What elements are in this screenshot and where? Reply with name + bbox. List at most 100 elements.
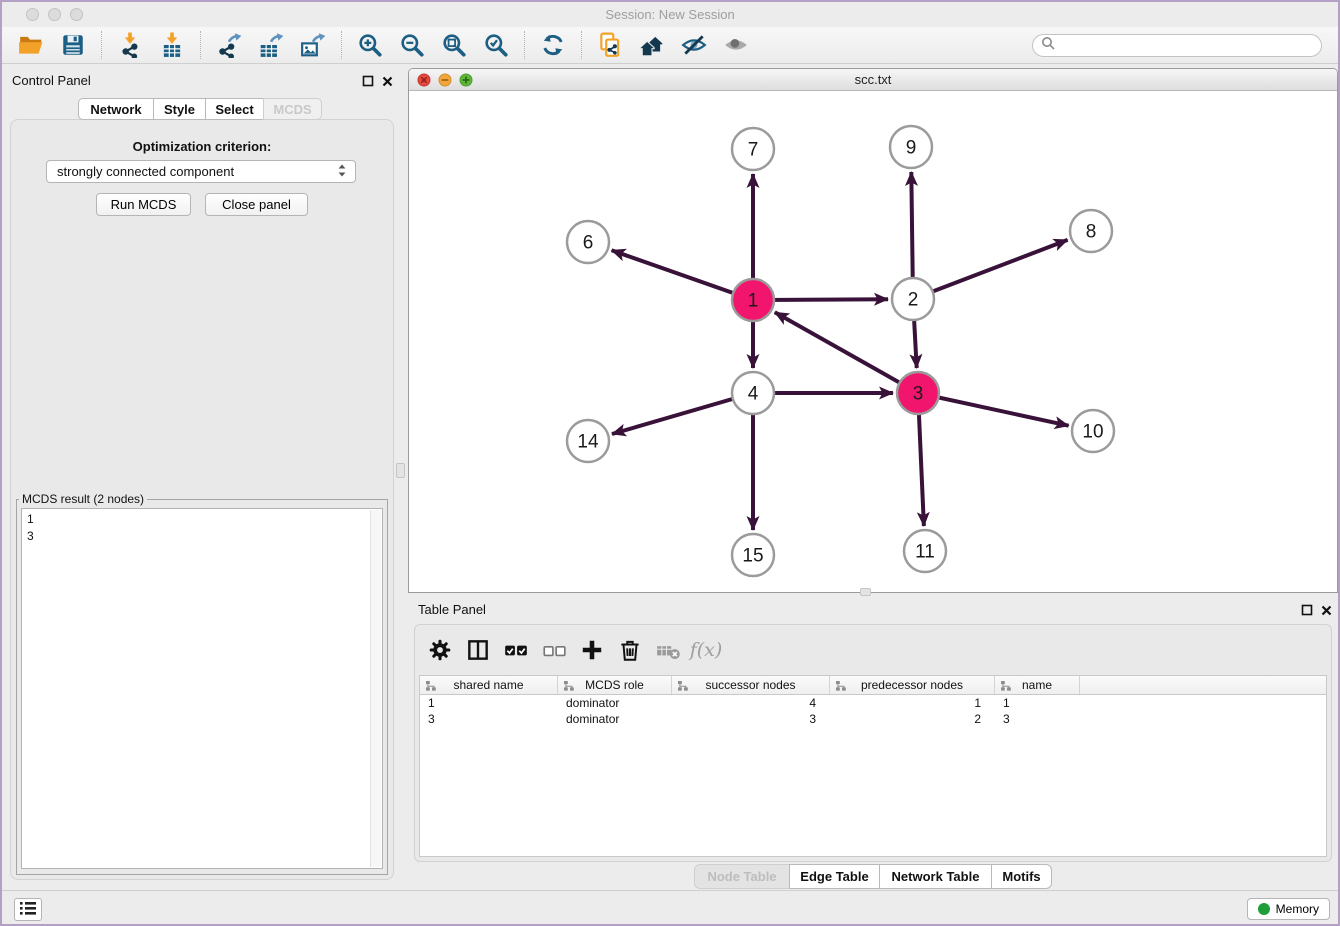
show-all-icon[interactable] [715,29,757,61]
cell-successor-nodes[interactable]: 3 [672,712,830,726]
title-bar: Session: New Session [2,2,1338,27]
tab-network-table[interactable]: Network Table [879,864,992,889]
svg-text:9: 9 [906,138,917,159]
import-table-icon[interactable] [151,29,193,61]
graph-node-10[interactable]: 10 [1072,410,1114,452]
graph-node-1[interactable]: 1 [732,279,774,321]
graph-node-7[interactable]: 7 [732,128,774,170]
graph-node-11[interactable]: 11 [904,530,946,572]
table-row[interactable]: 1dominator411 [420,695,1326,711]
zoom-fit-icon[interactable] [433,29,475,61]
zoom-in-icon[interactable] [349,29,391,61]
search-input[interactable] [1060,38,1313,52]
graph-node-2[interactable]: 2 [892,278,934,320]
search-box[interactable] [1032,34,1322,57]
chevron-updown-icon [337,163,347,181]
select-all-icon[interactable] [497,632,535,668]
tab-node-table[interactable]: Node Table [694,864,790,889]
network-title: scc.txt [409,69,1337,91]
cell-MCDS-role[interactable]: dominator [558,712,672,726]
float-panel-icon[interactable] [362,74,374,92]
cell-shared-name[interactable]: 3 [420,712,558,726]
graph-node-14[interactable]: 14 [567,420,609,462]
hide-selected-icon[interactable] [673,29,715,61]
result-scrollbar[interactable] [370,510,381,867]
svg-text:14: 14 [577,432,599,453]
tab-network[interactable]: Network [78,98,154,120]
export-image-icon[interactable] [292,29,334,61]
tab-mcds[interactable]: MCDS [263,98,322,120]
table-row[interactable]: 3dominator323 [420,711,1326,727]
tab-style[interactable]: Style [153,98,206,120]
deselect-all-icon[interactable] [535,632,573,668]
close-panel-icon[interactable] [382,74,393,92]
graph-node-4[interactable]: 4 [732,372,774,414]
float-panel-icon[interactable] [1301,603,1313,621]
edge-3-10[interactable] [918,393,1069,426]
delete-row-icon[interactable] [611,632,649,668]
zoom-selected-icon[interactable] [475,29,517,61]
horizontal-splitter-handle[interactable] [860,588,871,596]
close-panel-button[interactable]: Close panel [205,193,308,216]
control-panel-tabs: NetworkStyleSelectMCDS [78,98,322,120]
svg-text:8: 8 [1086,222,1097,243]
toolbar-separator [101,31,102,59]
settings-gear-icon[interactable] [421,632,459,668]
graph-node-3[interactable]: 3 [897,372,939,414]
cell-name[interactable]: 1 [995,696,1080,710]
cell-MCDS-role[interactable]: dominator [558,696,672,710]
close-network-icon[interactable] [417,73,431,92]
show-panels-list-button[interactable] [14,898,42,921]
export-table-icon[interactable] [250,29,292,61]
mcds-result-text[interactable]: 1 3 [21,508,383,869]
add-row-icon[interactable] [573,632,611,668]
table-panel: f(x) shared nameMCDS rolesuccessor nodes… [414,624,1332,862]
edge-2-8[interactable] [913,240,1068,299]
run-mcds-button[interactable]: Run MCDS [96,193,191,216]
tab-select[interactable]: Select [205,98,264,120]
duplicate-network-icon[interactable] [589,29,631,61]
close-panel-icon[interactable] [1321,603,1332,621]
tab-motifs[interactable]: Motifs [991,864,1052,889]
column-header-shared-name[interactable]: shared name [420,676,558,694]
toolbar-separator [200,31,201,59]
edge-1-6[interactable] [612,250,753,300]
vertical-splitter-handle[interactable] [396,463,405,478]
network-window-titlebar[interactable]: scc.txt [409,69,1337,91]
cell-name[interactable]: 3 [995,712,1080,726]
cell-predecessor-nodes[interactable]: 2 [830,712,995,726]
graph-node-8[interactable]: 8 [1070,210,1112,252]
close-window-button[interactable] [26,8,39,21]
minimize-network-icon[interactable] [438,73,452,92]
network-window: scc.txt 7 9 6 8 1 2 4 3 14 10 15 11 [408,68,1338,593]
export-network-icon[interactable] [208,29,250,61]
memory-button[interactable]: Memory [1247,898,1330,920]
zoom-out-icon[interactable] [391,29,433,61]
criterion-select[interactable]: strongly connected component [46,160,356,183]
maximize-network-icon[interactable] [459,73,473,92]
graph-canvas[interactable]: 7 9 6 8 1 2 4 3 14 10 15 11 [409,91,1337,592]
tab-edge-table[interactable]: Edge Table [789,864,880,889]
graph-node-9[interactable]: 9 [890,126,932,168]
cell-predecessor-nodes[interactable]: 1 [830,696,995,710]
show-column-icon[interactable] [459,632,497,668]
column-header-predecessor-nodes[interactable]: predecessor nodes [830,676,995,694]
column-header-successor-nodes[interactable]: successor nodes [672,676,830,694]
cell-successor-nodes[interactable]: 4 [672,696,830,710]
import-network-icon[interactable] [109,29,151,61]
minimize-window-button[interactable] [48,8,61,21]
column-header-name[interactable]: name [995,676,1080,694]
column-header-MCDS-role[interactable]: MCDS role [558,676,672,694]
network-window-controls [417,73,473,92]
open-session-icon[interactable] [10,29,52,61]
refresh-icon[interactable] [532,29,574,61]
graph-node-15[interactable]: 15 [732,534,774,576]
edge-3-1[interactable] [775,312,918,393]
zoom-window-button[interactable] [70,8,83,21]
graph-node-6[interactable]: 6 [567,221,609,263]
search-icon [1041,36,1055,55]
save-session-icon[interactable] [52,29,94,61]
function-builder-icon: f(x) [687,632,725,668]
reset-home-icon[interactable] [631,29,673,61]
cell-shared-name[interactable]: 1 [420,696,558,710]
